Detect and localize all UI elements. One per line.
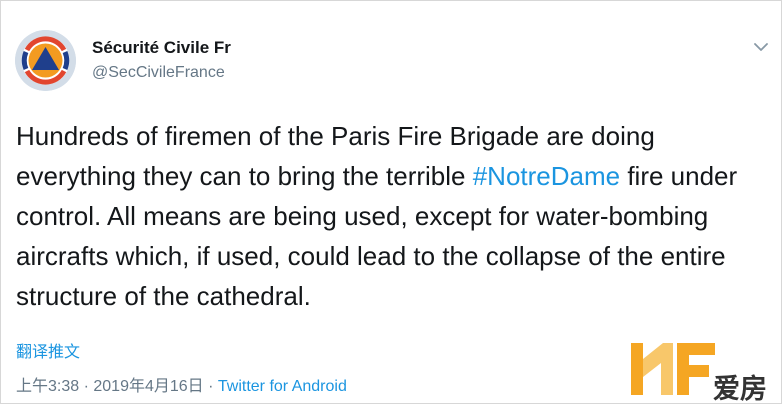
source-link[interactable]: Twitter for Android: [218, 378, 347, 395]
hashtag-link[interactable]: #NotreDame: [473, 161, 620, 191]
tweet-date[interactable]: 2019年4月16日: [93, 378, 203, 395]
securite-civile-logo-icon: [15, 30, 76, 91]
translate-tweet-link[interactable]: 翻译推文: [16, 338, 80, 362]
display-name[interactable]: Sécurité Civile Fr: [92, 38, 231, 58]
tweet-card: Sécurité Civile Fr @SecCivileFrance Hund…: [0, 0, 782, 404]
tweet-metadata: 上午3:38 · 2019年4月16日 · Twitter for Androi…: [16, 372, 347, 396]
separator: ·: [79, 378, 94, 395]
tweet-text: Hundreds of firemen of the Paris Fire Br…: [16, 116, 766, 316]
tweet-time[interactable]: 上午3:38: [16, 378, 79, 395]
watermark-text: 爱房: [713, 374, 767, 404]
chevron-down-icon: [754, 43, 768, 51]
user-handle[interactable]: @SecCivileFrance: [92, 64, 225, 82]
more-options-button[interactable]: [749, 37, 773, 57]
separator: ·: [203, 378, 218, 395]
avatar[interactable]: [15, 30, 76, 91]
